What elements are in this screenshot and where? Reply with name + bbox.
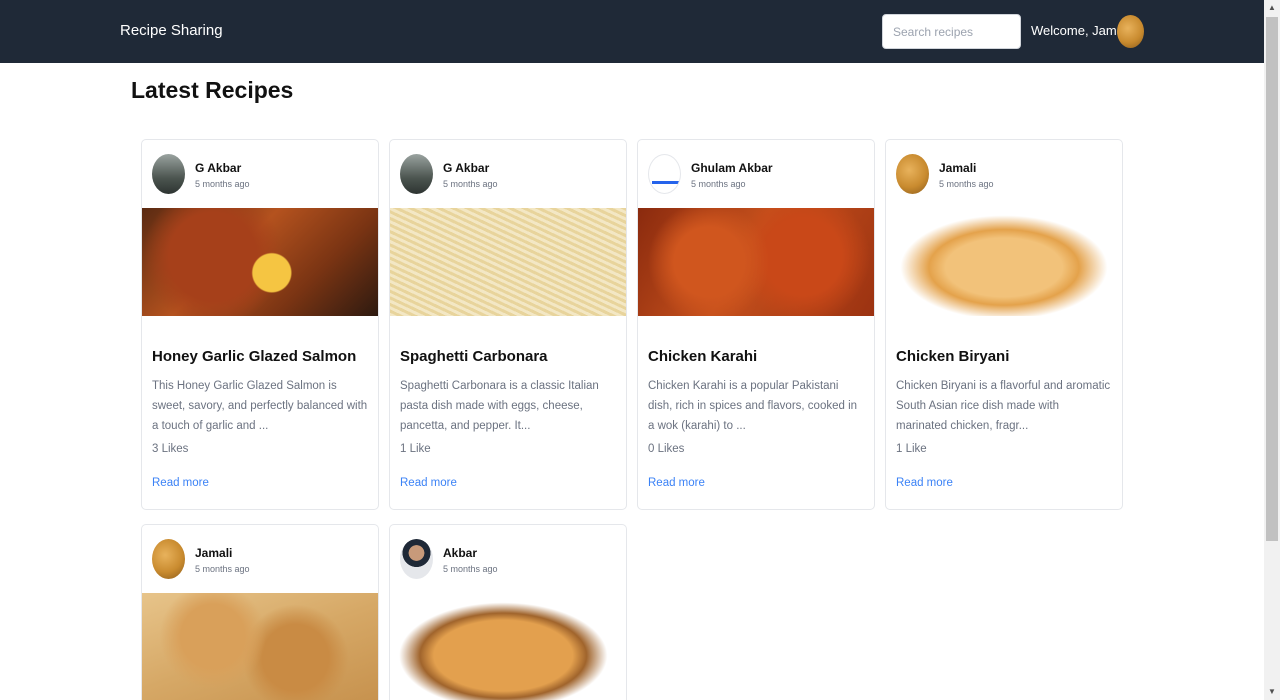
recipe-card: G Akbar 5 months ago Honey Garlic Glazed… [141,139,379,510]
read-more-link[interactable]: Read more [152,477,209,489]
search-input[interactable] [882,14,1021,49]
read-more-link[interactable]: Read more [648,477,705,489]
likes-count: 1 Like [400,443,431,455]
author-name: Ghulam Akbar [691,161,773,175]
card-header: G Akbar 5 months ago [390,140,626,208]
author-name: Jamali [195,546,233,560]
card-header: Ghulam Akbar 5 months ago [638,140,874,208]
recipe-title: Spaghetti Carbonara [400,348,548,365]
recipe-image[interactable] [886,208,1122,316]
post-time: 5 months ago [939,179,994,189]
recipe-image[interactable] [390,593,626,700]
recipe-title: Honey Garlic Glazed Salmon [152,348,357,365]
recipe-card: Akbar 5 months ago [389,524,627,700]
author-avatar [152,154,185,194]
likes-count: 1 Like [896,443,927,455]
recipe-card: Ghulam Akbar 5 months ago Chicken Karahi… [637,139,875,510]
top-navbar: Recipe Sharing Welcome, Jamali [0,0,1264,63]
author-avatar [648,154,681,194]
card-header: Jamali 5 months ago [886,140,1122,208]
user-avatar[interactable] [1117,15,1144,48]
scrollbar-thumb[interactable] [1266,17,1278,541]
page-title: Latest Recipes [131,77,294,103]
recipe-card: Jamali 5 months ago Chicken Biryani Chic… [885,139,1123,510]
recipe-description: Spaghetti Carbonara is a classic Italian… [400,380,599,432]
brand-logo-text[interactable]: Recipe Sharing [120,22,223,39]
author-name: G Akbar [443,161,490,175]
likes-count: 3 Likes [152,443,189,455]
vertical-scrollbar[interactable]: ▲ ▼ [1264,0,1280,700]
read-more-link[interactable]: Read more [896,477,953,489]
read-more-link[interactable]: Read more [400,477,457,489]
post-time: 5 months ago [691,179,746,189]
recipe-title: Chicken Biryani [896,348,1010,365]
author-name: Jamali [939,161,977,175]
author-avatar [152,539,185,579]
author-name: Akbar [443,546,478,560]
post-time: 5 months ago [195,564,250,574]
recipe-card: Jamali 5 months ago [141,524,379,700]
card-header: G Akbar 5 months ago [142,140,378,208]
author-avatar [400,539,433,579]
author-name: G Akbar [195,161,242,175]
recipe-title: Chicken Karahi [648,348,758,365]
welcome-text: Welcome, Jamali [1031,23,1130,38]
card-header: Jamali 5 months ago [142,525,378,593]
recipe-description: Chicken Karahi is a popular Pakistani di… [648,380,858,432]
recipe-image[interactable] [142,593,378,700]
recipe-image[interactable] [142,208,378,316]
recipe-card: G Akbar 5 months ago Spaghetti Carbonara… [389,139,627,510]
recipe-description: Chicken Biryani is a flavorful and aroma… [896,380,1111,432]
recipe-description: This Honey Garlic Glazed Salmon is sweet… [152,380,368,432]
scroll-down-arrow-icon[interactable]: ▼ [1264,684,1280,700]
card-header: Akbar 5 months ago [390,525,626,593]
likes-count: 0 Likes [648,443,685,455]
recipe-image[interactable] [638,208,874,316]
author-avatar [896,154,929,194]
post-time: 5 months ago [443,179,498,189]
recipe-image[interactable] [390,208,626,316]
post-time: 5 months ago [195,179,250,189]
scroll-up-arrow-icon[interactable]: ▲ [1264,0,1280,16]
author-avatar [400,154,433,194]
post-time: 5 months ago [443,564,498,574]
